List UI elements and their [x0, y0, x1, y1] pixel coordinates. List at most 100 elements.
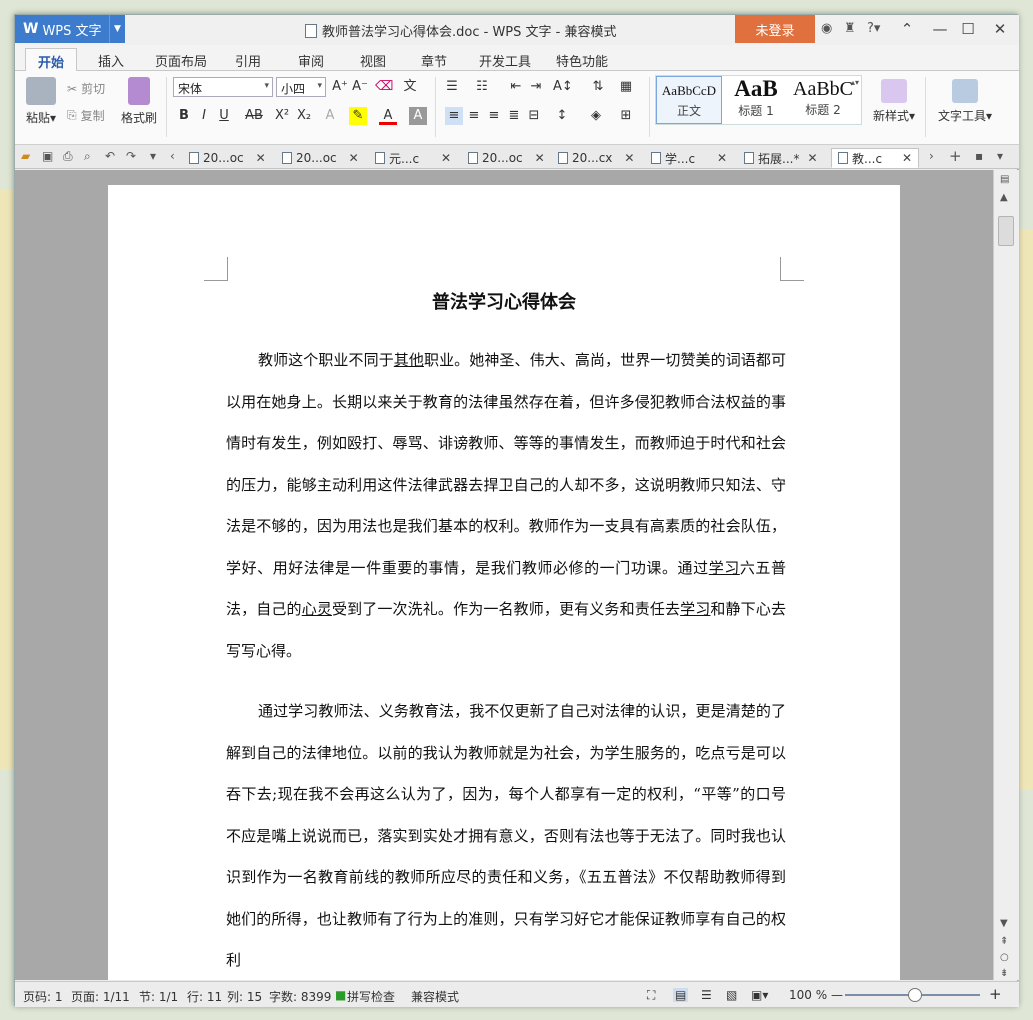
highlight-icon[interactable]: ✎ [349, 107, 367, 125]
close-icon[interactable]: ✕ [717, 151, 727, 165]
document-tab[interactable]: 20...oc ✕ [282, 148, 359, 168]
quick-access-more-icon[interactable]: ▾ [150, 149, 156, 163]
numbered-list-icon[interactable]: ☷ [473, 78, 491, 96]
cut-button[interactable]: ✂ 剪切 [67, 80, 105, 97]
outline-view-icon[interactable]: ☰ [701, 988, 712, 1002]
bold-icon[interactable]: B [175, 107, 193, 125]
tabs-scroll-left-icon[interactable]: ‹ [170, 149, 175, 163]
shirt-icon[interactable]: ♜ [844, 21, 856, 36]
help-icon[interactable]: ?▾ [867, 21, 880, 36]
table-grid-icon[interactable]: ▦ [617, 78, 635, 96]
login-button[interactable]: 未登录 [735, 15, 815, 43]
tab-chapter[interactable]: 章节 [421, 51, 447, 70]
paragraph[interactable]: 教师这个职业不同于其他职业。她神圣、伟大、高尚，世界一切赞美的词语都可以用在她身… [226, 340, 786, 672]
close-icon[interactable]: ✕ [535, 151, 545, 165]
font-size-select[interactable]: 小四 [276, 77, 326, 97]
underline-icon[interactable]: U [215, 107, 233, 125]
document-tab[interactable]: 元...c ✕ [375, 148, 451, 168]
close-icon[interactable]: ✕ [624, 151, 634, 165]
undo-icon[interactable]: ↶ [105, 149, 115, 163]
justify-icon[interactable]: ≣ [505, 107, 523, 125]
split-view-icon[interactable]: ▤ [1000, 174, 1009, 185]
paragraph-shading-icon[interactable]: ◈ [587, 107, 605, 125]
reading-view-icon[interactable]: ▧ [726, 988, 737, 1002]
close-icon[interactable]: ✕ [256, 151, 266, 165]
font-name-select[interactable]: 宋体 [173, 77, 273, 97]
phonetic-guide-icon[interactable]: 文 [401, 78, 419, 96]
scroll-down-icon[interactable]: ▼ [1000, 918, 1008, 929]
increase-indent-icon[interactable]: ⇥ [527, 78, 545, 96]
tab-special-features[interactable]: 特色功能 [556, 51, 608, 70]
decrease-indent-icon[interactable]: ⇤ [507, 78, 525, 96]
document-tab[interactable]: 20...cx ✕ [558, 148, 634, 168]
document-canvas[interactable]: 普法学习心得体会 教师这个职业不同于其他职业。她神圣、伟大、高尚，世界一切赞美的… [15, 170, 993, 980]
minimize-button[interactable]: — [926, 18, 954, 40]
grow-font-icon[interactable]: A⁺ [331, 78, 349, 96]
subscript-icon[interactable]: X₂ [295, 107, 313, 125]
print-preview-icon[interactable]: ⌕ [84, 149, 91, 164]
border-icon[interactable]: ⊞ [617, 107, 635, 125]
sort-icon[interactable]: ⇅ [589, 78, 607, 96]
line-spacing-icon[interactable]: ↕ [553, 107, 571, 125]
align-left-icon[interactable]: ≡ [445, 107, 463, 125]
tab-list-icon[interactable]: ▪ [975, 149, 983, 163]
print-icon[interactable]: ⎙ [63, 149, 73, 164]
open-folder-icon[interactable]: ▰ [21, 149, 30, 163]
browse-object-icon[interactable]: ○ [1000, 952, 1009, 963]
document-tab[interactable]: 20...oc ✕ [468, 148, 545, 168]
format-painter-button[interactable]: 格式刷 [117, 77, 161, 126]
skin-icon[interactable]: ◉ [821, 21, 832, 36]
close-icon[interactable]: ✕ [807, 151, 817, 165]
distributed-align-icon[interactable]: ⊟ [525, 107, 543, 125]
tab-home[interactable]: 开始 [25, 48, 78, 72]
close-icon[interactable]: ✕ [441, 151, 451, 165]
app-menu-button[interactable]: W WPS 文字 ▼ [15, 15, 125, 43]
style-heading-2[interactable]: AaBbC 标题 2 [790, 76, 856, 124]
tab-developer[interactable]: 开发工具 [479, 51, 531, 70]
gallery-scroll-icon[interactable]: ▴▾ [851, 78, 859, 87]
tabs-scroll-right-icon[interactable]: › [929, 149, 934, 163]
tab-review[interactable]: 审阅 [298, 51, 324, 70]
superscript-icon[interactable]: X² [273, 107, 291, 125]
align-right-icon[interactable]: ≡ [485, 107, 503, 125]
zoom-level[interactable]: 100 % [789, 988, 827, 1002]
copy-button[interactable]: ⎘ 复制 [67, 107, 105, 124]
redo-icon[interactable]: ↷ [126, 149, 136, 163]
scroll-up-icon[interactable]: ▲ [1000, 192, 1008, 203]
document-tab[interactable]: 拓展...* ✕ [744, 148, 818, 168]
shrink-font-icon[interactable]: A⁻ [351, 78, 369, 96]
strikethrough-icon[interactable]: AB [243, 107, 265, 125]
save-icon[interactable]: ▣ [42, 149, 53, 163]
text-tools-button[interactable]: 文字工具▾ [933, 79, 997, 124]
tab-page-layout[interactable]: 页面布局 [155, 51, 207, 70]
page-view-icon[interactable]: ▤ [673, 988, 689, 1002]
font-color-icon[interactable]: A [379, 107, 397, 125]
italic-icon[interactable]: I [195, 107, 213, 125]
paste-button[interactable]: 粘贴▾ [23, 77, 59, 126]
new-style-button[interactable]: 新样式▾ [867, 79, 921, 124]
word-count[interactable]: 字数: 8399 [269, 988, 331, 1005]
chevron-down-icon[interactable]: ▼ [109, 15, 125, 43]
previous-page-icon[interactable]: ⇞ [1000, 936, 1008, 947]
maximize-button[interactable]: ☐ [954, 18, 982, 40]
bullet-list-icon[interactable]: ☰ [443, 78, 461, 96]
align-center-icon[interactable]: ≡ [465, 107, 483, 125]
close-icon[interactable]: ✕ [902, 151, 912, 165]
style-heading-1[interactable]: AaB 标题 1 [723, 76, 789, 124]
zoom-slider-handle[interactable] [908, 988, 922, 1002]
char-shading-icon[interactable]: A [409, 107, 427, 125]
tab-options-icon[interactable]: ▾ [997, 149, 1003, 163]
spellcheck-toggle[interactable]: 拼写检查 [347, 988, 395, 1005]
zoom-in-icon[interactable]: + [989, 985, 1002, 1003]
document-tab[interactable]: 学...c ✕ [651, 148, 727, 168]
document-tab-active[interactable]: 教...c ✕ [831, 148, 920, 168]
style-normal[interactable]: AaBbCcD 正文 [656, 76, 722, 124]
zoom-out-icon[interactable]: — [831, 988, 843, 1002]
tab-view[interactable]: 视图 [360, 51, 386, 70]
tab-references[interactable]: 引用 [235, 51, 261, 70]
text-direction-icon[interactable]: A↕ [553, 78, 573, 96]
clear-format-icon[interactable]: ⌫ [375, 78, 393, 96]
paragraph[interactable]: 通过学习教师法、义务教育法，我不仅更新了自己对法律的认识，更是清楚的了解到自己的… [226, 691, 786, 980]
close-icon[interactable]: ✕ [349, 151, 359, 165]
web-view-icon[interactable]: ▣▾ [751, 988, 768, 1002]
